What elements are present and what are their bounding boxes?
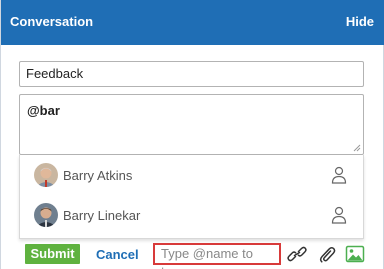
resize-handle-icon[interactable] (353, 144, 361, 152)
avatar (34, 203, 58, 227)
conversation-header: Conversation Hide (1, 0, 384, 45)
message-text: @bar (27, 103, 60, 118)
conversation-panel: Conversation Hide Feedback @bar Barry At… (0, 0, 384, 269)
suggestion-name: Barry Linekar (63, 208, 141, 223)
suggestion-name: Barry Atkins (63, 168, 133, 183)
avatar (34, 163, 58, 187)
image-icon[interactable] (345, 245, 365, 263)
cancel-button[interactable]: Cancel (96, 247, 139, 262)
suggestion-item-barry-atkins[interactable]: Barry Atkins (20, 155, 363, 195)
tag-input[interactable]: Type @name to tag (153, 243, 281, 269)
message-textarea[interactable]: @bar (19, 94, 364, 155)
panel-title: Conversation (10, 14, 94, 29)
person-icon (331, 166, 347, 184)
link-icon[interactable] (287, 245, 307, 263)
paperclip-icon[interactable] (317, 245, 337, 263)
person-icon (331, 206, 347, 224)
comment-footer: Submit Cancel Type @name to tag (1, 241, 384, 269)
suggestion-item-barry-linekar[interactable]: Barry Linekar (20, 195, 363, 235)
submit-button[interactable]: Submit (25, 244, 80, 264)
subject-field[interactable]: Feedback (19, 61, 364, 87)
hide-button[interactable]: Hide (346, 14, 374, 29)
mention-suggestions: Barry Atkins Barry Linekar (19, 155, 364, 239)
